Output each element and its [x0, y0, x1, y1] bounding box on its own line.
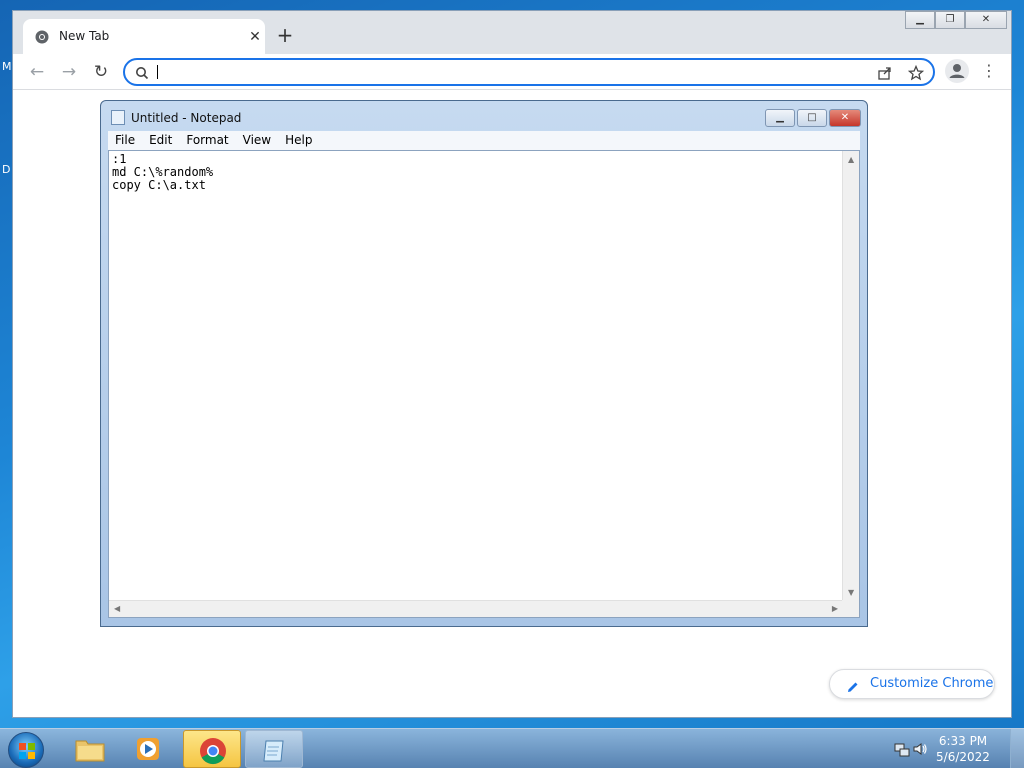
toolbar: ← → ↻ ⋮: [13, 54, 1011, 90]
notepad-minimize-button[interactable]: ▁: [765, 109, 795, 127]
minimize-button[interactable]: ▁: [905, 11, 935, 29]
scroll-down-icon[interactable]: ▼: [848, 588, 854, 597]
address-bar[interactable]: [123, 58, 935, 86]
notepad-maximize-button[interactable]: □: [797, 109, 827, 127]
notepad-text-area[interactable]: [112, 153, 840, 599]
size-grip-icon[interactable]: [842, 600, 859, 617]
folder-icon: [75, 736, 105, 766]
media-player-icon: [135, 736, 161, 766]
notepad-menubar: File Edit Format View Help: [108, 131, 860, 150]
pencil-icon: [846, 677, 860, 705]
reload-icon[interactable]: ↻: [89, 60, 113, 84]
chrome-favicon-icon: [35, 29, 49, 48]
menu-format[interactable]: Format: [179, 131, 235, 150]
address-input[interactable]: [161, 62, 861, 82]
taskbar-media-player[interactable]: [120, 730, 178, 768]
taskbar-chrome[interactable]: [183, 730, 241, 768]
taskbar-notepad[interactable]: [245, 730, 303, 768]
back-arrow-icon[interactable]: ←: [25, 60, 49, 84]
menu-view[interactable]: View: [236, 131, 278, 150]
tab-close-icon[interactable]: ✕: [245, 27, 265, 47]
search-icon: [135, 65, 149, 84]
tab-title: New Tab: [59, 29, 110, 43]
new-tab-button[interactable]: +: [273, 24, 297, 48]
desktop-icon-label-fragment: D: [2, 163, 11, 176]
vertical-scrollbar[interactable]: ▲ ▼: [842, 151, 859, 601]
notepad-edit-area: ▲ ▼ ◀ ▶: [108, 150, 860, 618]
close-button[interactable]: ✕: [965, 11, 1007, 29]
desktop-icon-label-fragment: M: [2, 60, 12, 73]
chrome-window-controls: ▁ ❐ ✕: [905, 11, 1007, 29]
start-button[interactable]: [8, 732, 44, 768]
notepad-close-button[interactable]: ✕: [829, 109, 861, 127]
kebab-menu-icon[interactable]: ⋮: [979, 61, 999, 81]
notepad-window-controls: ▁ □ ✕: [765, 109, 861, 127]
star-icon[interactable]: [907, 64, 925, 85]
notepad-icon: [111, 110, 125, 125]
menu-edit[interactable]: Edit: [142, 131, 179, 150]
text-caret: [157, 65, 158, 79]
customize-chrome-label: Customize Chrome: [870, 676, 994, 691]
chrome-icon: [199, 737, 227, 768]
system-tray: 6:33 PM 5/6/2022: [884, 729, 1024, 768]
taskbar-explorer[interactable]: [60, 730, 118, 768]
taskbar: 6:33 PM 5/6/2022: [0, 728, 1024, 768]
volume-icon[interactable]: [912, 741, 928, 761]
forward-arrow-icon[interactable]: →: [57, 60, 81, 84]
notepad-taskbar-icon: [261, 737, 289, 768]
tab-new-tab[interactable]: New Tab ✕: [23, 19, 265, 54]
show-desktop-button[interactable]: [1010, 729, 1024, 768]
clock[interactable]: 6:33 PM 5/6/2022: [928, 733, 998, 765]
tab-strip: New Tab ✕ + ▁ ❐ ✕: [13, 11, 1011, 54]
scroll-left-icon[interactable]: ◀: [114, 604, 120, 613]
profile-avatar-icon[interactable]: [945, 59, 969, 83]
scroll-up-icon[interactable]: ▲: [848, 155, 854, 164]
menu-file[interactable]: File: [108, 131, 142, 150]
restore-button[interactable]: ❐: [935, 11, 965, 29]
notepad-window: Untitled - Notepad ▁ □ ✕ File Edit Forma…: [100, 100, 868, 627]
horizontal-scrollbar[interactable]: ◀ ▶: [109, 600, 843, 617]
windows-logo-icon: [19, 743, 35, 759]
menu-help[interactable]: Help: [278, 131, 319, 150]
customize-chrome-button[interactable]: Customize Chrome: [829, 669, 995, 699]
share-icon[interactable]: [877, 65, 893, 85]
notepad-titlebar[interactable]: Untitled - Notepad ▁ □ ✕: [101, 101, 867, 131]
network-icon[interactable]: [894, 741, 910, 761]
clock-time: 6:33 PM: [938, 734, 988, 748]
clock-date: 5/6/2022: [936, 750, 990, 764]
scroll-right-icon[interactable]: ▶: [832, 604, 838, 613]
notepad-title: Untitled - Notepad: [131, 111, 242, 125]
